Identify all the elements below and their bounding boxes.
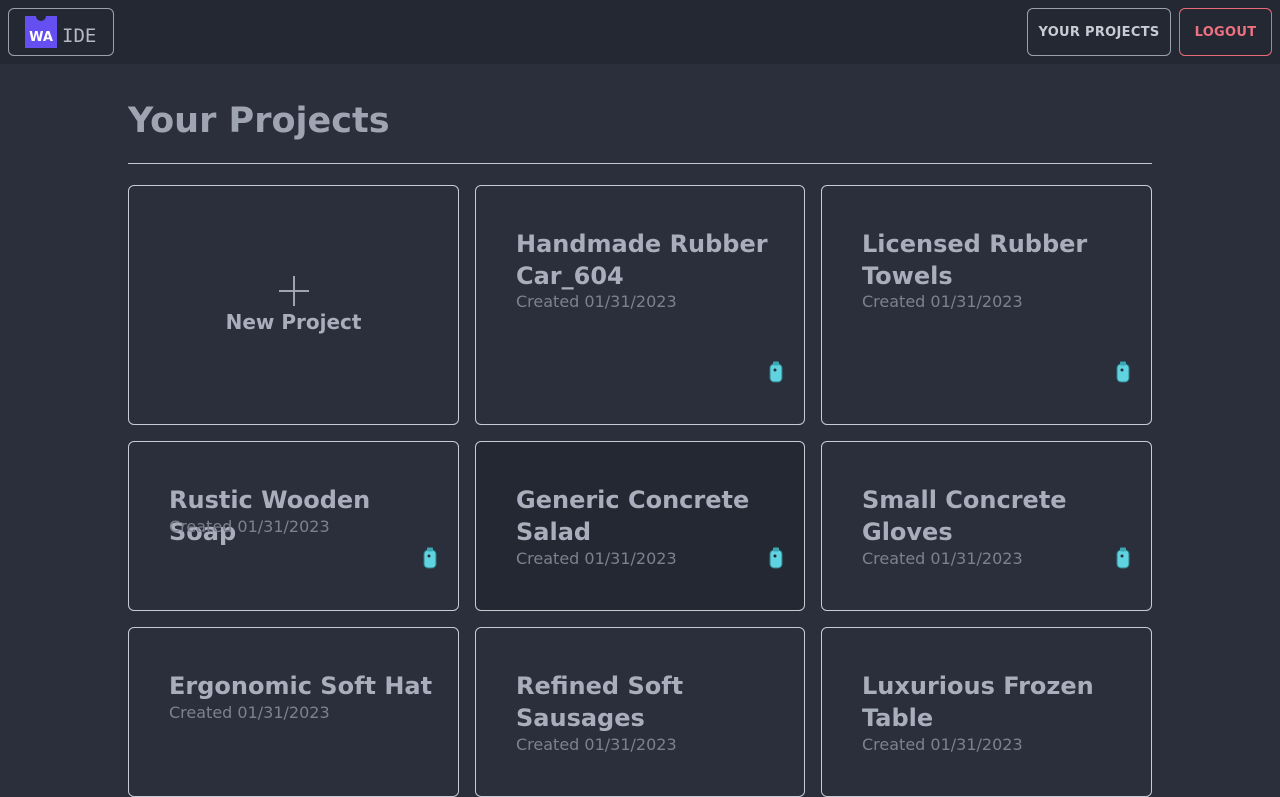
wasm-bottle-icon: [769, 361, 783, 383]
project-name: Ergonomic Soft Hat: [169, 672, 433, 700]
project-created-date: Created 01/31/2023: [516, 292, 677, 311]
project-name: Handmade Rubber Car_604: [516, 230, 768, 290]
project-name: Licensed Rubber Towels: [862, 230, 1088, 290]
top-bar: WA IDE YOUR PROJECTS LOGOUT: [0, 0, 1280, 64]
project-created-date: Created 01/31/2023: [862, 292, 1023, 311]
logout-button[interactable]: LOGOUT: [1179, 8, 1272, 56]
logo-text: IDE: [62, 25, 97, 47]
project-card[interactable]: Handmade Rubber Car_604 Created 01/31/20…: [475, 185, 805, 425]
project-card[interactable]: Rustic Wooden Soap Created 01/31/2023: [128, 441, 459, 611]
page-title: Your Projects: [128, 101, 390, 141]
project-created-date: Created 01/31/2023: [516, 549, 677, 568]
title-divider: [128, 163, 1152, 164]
project-created-date: Created 01/31/2023: [169, 703, 330, 722]
logo-home-link[interactable]: WA IDE: [8, 8, 114, 56]
wasm-bottle-icon: [423, 547, 437, 569]
wasm-bottle-icon: [1116, 547, 1130, 569]
project-card[interactable]: Refined Soft Sausages Created 01/31/2023: [475, 627, 805, 797]
new-project-label: New Project: [225, 310, 362, 334]
your-projects-button[interactable]: YOUR PROJECTS: [1027, 8, 1171, 56]
project-card[interactable]: Ergonomic Soft Hat Created 01/31/2023: [128, 627, 459, 797]
project-created-date: Created 01/31/2023: [862, 735, 1023, 754]
logo-mark-text: WA: [29, 30, 53, 45]
project-created-date: Created 01/31/2023: [169, 517, 330, 536]
project-name: Generic Concrete Salad: [516, 486, 750, 546]
new-project-card[interactable]: New Project: [128, 185, 459, 425]
project-name: Refined Soft Sausages: [516, 672, 684, 732]
wasm-bottle-icon: [1116, 361, 1130, 383]
project-name: Small Concrete Gloves: [862, 486, 1067, 546]
project-created-date: Created 01/31/2023: [516, 735, 677, 754]
project-card[interactable]: Generic Concrete Salad Created 01/31/202…: [475, 441, 805, 611]
project-created-date: Created 01/31/2023: [862, 549, 1023, 568]
webassembly-logo-icon: WA: [25, 16, 57, 48]
project-name: Luxurious Frozen Table: [862, 672, 1094, 732]
wasm-bottle-icon: [769, 547, 783, 569]
project-name: Rustic Wooden Soap: [169, 486, 371, 546]
project-card[interactable]: Small Concrete Gloves Created 01/31/2023: [821, 441, 1152, 611]
project-card[interactable]: Licensed Rubber Towels Created 01/31/202…: [821, 185, 1152, 425]
project-card[interactable]: Luxurious Frozen Table Created 01/31/202…: [821, 627, 1152, 797]
plus-icon: [278, 276, 309, 306]
